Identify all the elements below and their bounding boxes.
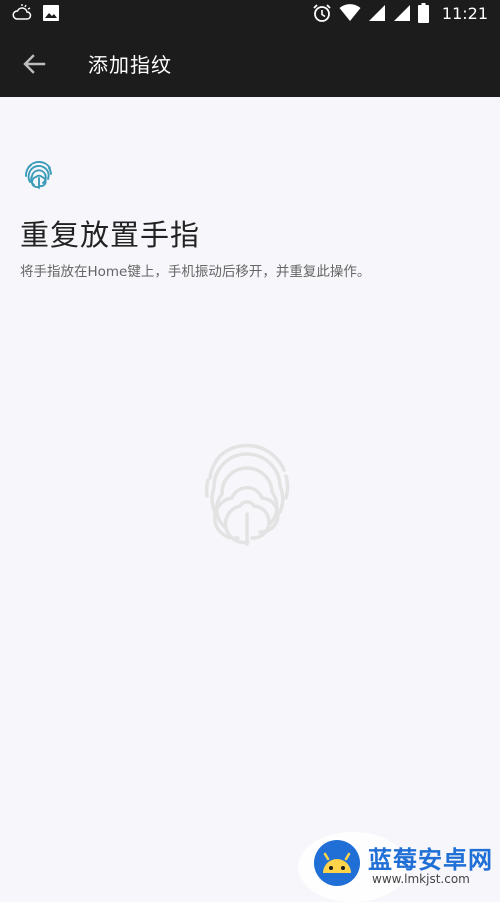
fingerprint-icon	[25, 161, 52, 189]
instruction-text: 将手指放在Home键上，手机振动后移开，并重复此操作。	[20, 264, 371, 280]
back-button[interactable]	[18, 50, 50, 78]
watermark-name: 蓝莓安卓网	[368, 846, 493, 874]
alarm-icon	[313, 4, 331, 22]
fingerprint-placeholder-icon	[204, 443, 290, 546]
image-notification-icon	[43, 5, 59, 21]
status-right-icons: 11:21	[312, 3, 488, 23]
status-bar: 11:21	[0, 0, 500, 30]
android-logo-icon	[314, 840, 360, 886]
app-bar: 添加指纹	[0, 30, 500, 97]
status-time: 11:21	[441, 3, 488, 23]
page-title: 添加指纹	[88, 53, 172, 77]
arrow-left-icon	[23, 54, 46, 74]
heading: 重复放置手指	[20, 218, 201, 252]
weather-icon	[12, 4, 32, 20]
wifi-icon	[339, 4, 361, 21]
watermark-url: www.lmkjst.com	[372, 872, 470, 886]
battery-icon	[417, 3, 429, 23]
signal-icon-2	[393, 5, 410, 21]
watermark: 蓝莓安卓网 www.lmkjst.com	[298, 832, 500, 902]
signal-icon	[368, 5, 385, 21]
status-left-icons	[12, 4, 60, 22]
